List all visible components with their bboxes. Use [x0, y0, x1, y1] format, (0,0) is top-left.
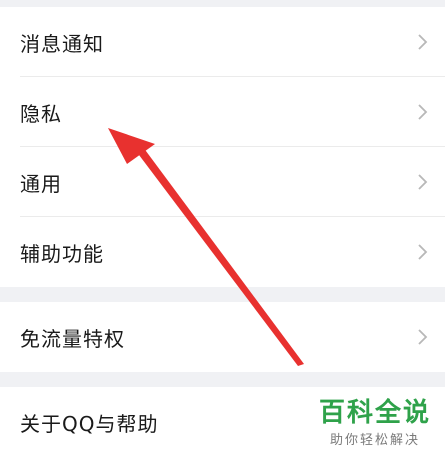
watermark-logo: 百科全说 助你轻松解决 — [319, 392, 431, 448]
settings-row-general[interactable]: 通用 — [0, 147, 445, 217]
settings-row-accessibility[interactable]: 辅助功能 — [0, 217, 445, 287]
chevron-right-icon — [418, 244, 428, 260]
settings-row-free-data[interactable]: 免流量特权 — [0, 302, 445, 372]
chevron-right-icon — [418, 174, 428, 190]
chevron-right-icon — [418, 104, 428, 120]
settings-row-label: 关于QQ与帮助 — [20, 411, 159, 436]
settings-row-label: 消息通知 — [20, 31, 104, 56]
settings-row-label: 通用 — [20, 171, 62, 196]
chevron-right-icon — [418, 34, 428, 50]
settings-row-privacy[interactable]: 隐私 — [0, 77, 445, 147]
watermark-title: 百科全说 — [318, 398, 431, 428]
chevron-right-icon — [418, 329, 428, 345]
settings-row-notifications[interactable]: 消息通知 — [0, 7, 445, 77]
watermark-subtitle: 助你轻松解决 — [329, 433, 420, 448]
settings-group-main: 消息通知 隐私 通用 辅助功能 — [0, 7, 445, 287]
settings-row-label: 隐私 — [20, 101, 62, 126]
settings-row-label: 免流量特权 — [20, 326, 125, 351]
settings-group-data: 免流量特权 — [0, 302, 445, 372]
settings-row-label: 辅助功能 — [20, 241, 104, 266]
